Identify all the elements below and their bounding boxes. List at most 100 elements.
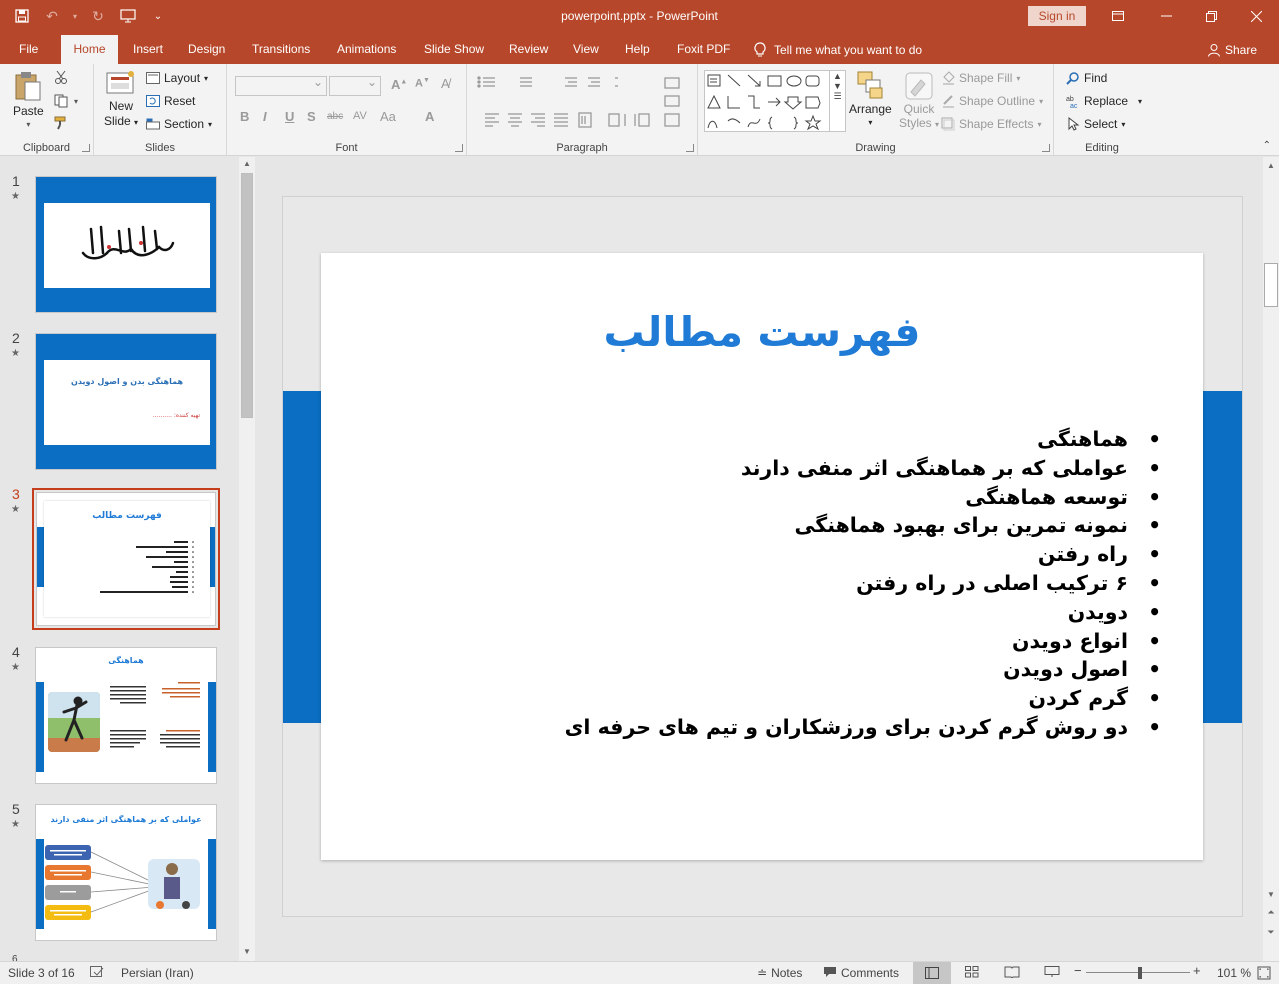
thumbnails-scrollbar[interactable]: ▲ ▼ [239, 157, 255, 961]
change-case-icon[interactable]: Aa [380, 109, 396, 124]
tab-review[interactable]: Review [499, 35, 558, 64]
layout-button[interactable]: Layout ▾ [146, 71, 208, 85]
canvas-scrollbar[interactable]: ▲ ▼ ⏶ ⏷ [1263, 157, 1279, 961]
reset-button[interactable]: Reset [146, 94, 195, 108]
normal-view-button[interactable] [913, 962, 951, 984]
character-spacing-icon[interactable]: AV [353, 110, 367, 122]
previous-slide-icon[interactable]: ⏶ [1263, 907, 1279, 918]
clear-formatting-icon[interactable]: A̸ [441, 76, 450, 91]
slide-sorter-icon[interactable] [965, 966, 979, 981]
tab-slide-show[interactable]: Slide Show [414, 35, 494, 64]
tab-file[interactable]: File [9, 35, 48, 64]
arrange-button[interactable]: Arrange ▾ [849, 70, 892, 127]
select-button[interactable]: Select ▾ [1066, 117, 1125, 131]
close-icon[interactable] [1236, 4, 1276, 28]
scrollbar-thumb[interactable] [241, 173, 253, 418]
slide-title[interactable]: فهرست مطالب [321, 308, 1203, 356]
shape-outline-button[interactable]: Shape Outline ▾ [941, 94, 1043, 108]
zoom-out-icon[interactable]: − [1074, 963, 1082, 978]
scrollbar-thumb[interactable] [1264, 263, 1278, 307]
tab-help[interactable]: Help [615, 35, 660, 64]
list-item: هماهنگی [428, 425, 1161, 454]
language-indicator[interactable]: Persian (Iran) [121, 966, 194, 980]
scroll-up-icon[interactable]: ▲ [239, 159, 255, 168]
tab-insert[interactable]: Insert [123, 35, 173, 64]
paragraph-launcher-icon[interactable] [686, 144, 694, 152]
next-slide-icon[interactable]: ⏷ [1263, 927, 1279, 938]
redo-icon[interactable]: ↻ [86, 6, 110, 26]
ribbon-display-options-icon[interactable] [1098, 4, 1138, 28]
sign-in-button[interactable]: Sign in [1028, 6, 1086, 26]
shape-effects-button[interactable]: Shape Effects ▾ [941, 117, 1042, 131]
save-icon[interactable] [10, 6, 34, 26]
font-size-combo[interactable] [329, 75, 381, 96]
collapse-ribbon-icon[interactable]: ⌃ [1263, 140, 1271, 151]
new-slide-button[interactable]: New Slide ▾ [104, 70, 138, 128]
quick-styles-button[interactable]: Quick Styles ▾ [899, 70, 939, 130]
start-slideshow-icon[interactable] [116, 6, 140, 26]
scroll-up-icon[interactable]: ▲ [1263, 161, 1279, 170]
find-button[interactable]: Find [1066, 71, 1107, 85]
section-label: Section [164, 117, 205, 131]
scroll-down-icon[interactable]: ▼ [1263, 890, 1279, 899]
decrease-font-icon[interactable]: A▼ [415, 77, 430, 90]
zoom-level[interactable]: 101 % [1217, 966, 1251, 980]
share-button[interactable]: Share [1207, 35, 1257, 64]
tab-view[interactable]: View [563, 35, 609, 64]
format-painter-icon[interactable] [54, 116, 68, 130]
cut-icon[interactable] [54, 70, 68, 84]
slide-thumbnail-3[interactable]: فهرست مطالب [36, 492, 216, 626]
increase-font-icon[interactable]: A▲ [391, 77, 407, 92]
list-item: دو روش گرم کردن برای ورزشکاران و تیم های… [428, 713, 1161, 742]
shadow-icon[interactable]: S [307, 109, 316, 124]
tab-design[interactable]: Design [178, 35, 235, 64]
bold-icon[interactable]: B [240, 109, 249, 124]
undo-icon[interactable]: ↶ [40, 6, 64, 26]
shape-fill-button[interactable]: Shape Fill ▾ [941, 71, 1020, 85]
shapes-gallery[interactable]: ▲ ▼ ☰ [704, 70, 846, 132]
font-name-combo[interactable] [235, 75, 327, 96]
slide-show-icon[interactable] [1044, 966, 1060, 981]
thumb-content [44, 676, 208, 772]
customize-qat-icon[interactable]: ⌄ [146, 6, 170, 26]
copy-icon[interactable]: ▾ [54, 94, 78, 108]
slide-thumbnail-4[interactable]: هماهنگی [35, 647, 217, 784]
scroll-down-icon[interactable]: ▼ [239, 947, 255, 956]
slide-thumbnail-1[interactable] [35, 176, 217, 313]
slide-count[interactable]: Slide 3 of 16 [8, 966, 75, 980]
zoom-slider-thumb[interactable] [1138, 967, 1142, 979]
fit-slide-icon[interactable] [1257, 966, 1271, 983]
shapes-more-icon[interactable]: ▲ ▼ ☰ [829, 71, 845, 131]
comments-button[interactable]: Comments [823, 966, 899, 980]
slide-content-list[interactable]: هماهنگی عواملی که بر هماهنگی اثر منفی دا… [428, 425, 1161, 742]
zoom-in-icon[interactable]: + [1193, 963, 1201, 978]
paragraph-label: Paragraph [556, 142, 608, 154]
tell-me-box[interactable]: Tell me what you want to do [754, 35, 922, 64]
tab-foxit-pdf[interactable]: Foxit PDF [667, 35, 740, 64]
dropdown-icon[interactable]: ▾ [70, 6, 80, 26]
replace-button[interactable]: ab ac Replace ▾ [1066, 94, 1142, 108]
clipboard-launcher-icon[interactable] [82, 144, 90, 152]
font-color-icon[interactable]: A [425, 109, 434, 124]
section-button[interactable]: Section ▾ [146, 117, 212, 131]
tab-transitions[interactable]: Transitions [242, 35, 320, 64]
thumb-title: هماهنگی بدن و اصول دویدن [71, 377, 183, 386]
spell-check-icon[interactable] [90, 966, 104, 981]
current-slide[interactable]: فهرست مطالب هماهنگی عواملی که بر هماهنگی… [321, 253, 1203, 860]
paragraph-buttons[interactable] [475, 74, 690, 134]
slide-blue-band-right [1203, 391, 1242, 723]
font-launcher-icon[interactable] [455, 144, 463, 152]
slide-thumbnail-5[interactable]: عواملی که بر هماهنگی اثر منفی دارند [35, 804, 217, 941]
tab-home[interactable]: Home [61, 35, 118, 64]
paste-button[interactable]: Paste ▾ [13, 70, 44, 129]
reading-view-icon[interactable] [1004, 966, 1020, 981]
drawing-launcher-icon[interactable] [1042, 144, 1050, 152]
slide-thumbnail-2[interactable]: هماهنگی بدن و اصول دویدن تهیه کننده: ...… [35, 333, 217, 470]
notes-button[interactable]: ≐ Notes [757, 966, 802, 980]
restore-icon[interactable] [1191, 4, 1231, 28]
strikethrough-icon[interactable]: abc [327, 111, 343, 122]
tab-animations[interactable]: Animations [327, 35, 406, 64]
underline-icon[interactable]: U [285, 109, 294, 124]
minimize-icon[interactable] [1146, 4, 1186, 28]
italic-icon[interactable]: I [263, 109, 267, 124]
